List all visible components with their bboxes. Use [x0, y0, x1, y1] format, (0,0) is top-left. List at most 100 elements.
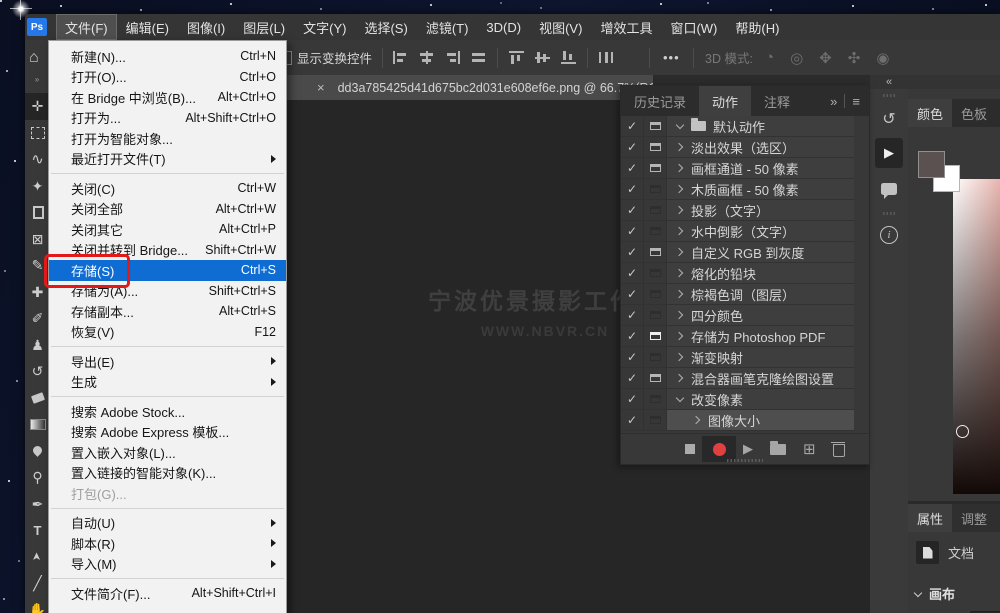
expander-right-icon[interactable] — [676, 290, 684, 298]
panel-menu-icon[interactable]: ≡ — [852, 94, 860, 109]
action-dialog-toggle[interactable] — [644, 263, 667, 283]
tool-line[interactable]: ╱ — [25, 570, 50, 597]
align-left-icon[interactable] — [393, 51, 408, 64]
tool-eraser[interactable] — [25, 385, 50, 412]
action-dialog-toggle[interactable] — [644, 368, 667, 388]
tool-crop[interactable] — [25, 199, 50, 226]
file-menu-item[interactable]: 置入嵌入对象(L)... — [49, 442, 286, 463]
file-menu-item[interactable]: 打开(O)...Ctrl+O — [49, 67, 286, 88]
tool-hand[interactable]: ✋ — [25, 597, 50, 613]
delete-button[interactable] — [833, 444, 845, 457]
action-row[interactable]: ✓熔化的铅块 — [621, 263, 854, 284]
expander-right-icon[interactable] — [676, 311, 684, 319]
notes-panel-icon[interactable] — [881, 183, 897, 195]
action-dialog-toggle[interactable] — [644, 179, 667, 199]
align-bottom-icon[interactable] — [561, 51, 576, 64]
expander-right-icon[interactable] — [676, 269, 684, 277]
expander-right-icon[interactable] — [676, 185, 684, 193]
menubar-item[interactable]: 滤镜(T) — [417, 14, 478, 40]
file-menu-item[interactable]: 生成 — [49, 372, 286, 393]
play-button[interactable]: ▶ — [743, 441, 753, 457]
action-checkmark[interactable]: ✓ — [621, 305, 644, 325]
tab-色板[interactable]: 色板 — [952, 99, 996, 127]
expander-right-icon[interactable] — [693, 416, 701, 424]
action-row[interactable]: ✓木质画框 - 50 像素 — [621, 179, 854, 200]
expander-down-icon[interactable] — [676, 122, 684, 130]
collapse-panels-icon[interactable]: « — [886, 76, 892, 88]
color-picker-ring[interactable] — [956, 425, 969, 438]
action-checkmark[interactable]: ✓ — [621, 284, 644, 304]
tool-brush[interactable]: ✐ — [25, 305, 50, 332]
file-menu-item[interactable]: 关闭(C)Ctrl+W — [49, 178, 286, 199]
menubar-item[interactable]: 窗口(W) — [661, 14, 726, 40]
file-menu-item[interactable]: 关闭全部Alt+Ctrl+W — [49, 199, 286, 220]
action-dialog-toggle[interactable] — [644, 326, 667, 346]
file-menu-item[interactable]: 搜索 Adobe Express 模板... — [49, 422, 286, 443]
action-checkmark[interactable]: ✓ — [621, 116, 644, 136]
dock-grip[interactable] — [883, 94, 896, 97]
action-dialog-toggle[interactable] — [644, 158, 667, 178]
tab-颜色[interactable]: 颜色 — [908, 99, 952, 127]
dock-grip[interactable] — [883, 212, 896, 215]
file-menu-item[interactable]: 脚本(R) — [49, 533, 286, 554]
color-picker-field[interactable] — [953, 179, 1000, 494]
expander-right-icon[interactable] — [676, 164, 684, 172]
tab-渐变[interactable]: 渐变 — [996, 99, 1000, 127]
action-checkmark[interactable]: ✓ — [621, 389, 644, 409]
file-menu-item[interactable]: 自动(U) — [49, 513, 286, 534]
menubar-item[interactable]: 增效工具 — [591, 14, 661, 40]
action-row[interactable]: ✓混合器画笔克隆绘图设置 — [621, 368, 854, 389]
tab-动作[interactable]: 动作 — [699, 86, 751, 116]
action-checkmark[interactable]: ✓ — [621, 410, 644, 430]
align-center-horizontal-icon[interactable] — [419, 51, 434, 64]
file-menu-item[interactable]: 恢复(V)F12 — [49, 322, 286, 343]
document-properties-row[interactable]: 文档 — [916, 541, 974, 564]
tool-dodge[interactable]: ⚲ — [25, 464, 50, 491]
tool-history-brush[interactable]: ↺ — [25, 358, 50, 385]
tab-历史记录[interactable]: 历史记录 — [621, 86, 699, 116]
foreground-color-swatch[interactable] — [918, 151, 945, 178]
info-panel-icon[interactable]: i — [880, 226, 898, 244]
file-menu-item[interactable]: 搜索 Adobe Stock... — [49, 401, 286, 422]
action-row[interactable]: ✓渐变映射 — [621, 347, 854, 368]
menubar-item[interactable]: 3D(D) — [477, 14, 530, 40]
expander-right-icon[interactable] — [676, 248, 684, 256]
expander-right-icon[interactable] — [676, 143, 684, 151]
menubar-item[interactable]: 视图(V) — [530, 14, 591, 40]
action-checkmark[interactable]: ✓ — [621, 221, 644, 241]
home-icon[interactable]: ⌂ — [29, 40, 39, 75]
action-dialog-toggle[interactable] — [644, 200, 667, 220]
action-row[interactable]: ✓图像大小 — [621, 410, 854, 431]
tab-注释[interactable]: 注释 — [751, 86, 803, 116]
menubar-item[interactable]: 帮助(H) — [726, 14, 788, 40]
tool-magic-wand[interactable]: ✦ — [25, 173, 50, 200]
action-dialog-toggle[interactable] — [644, 410, 667, 430]
tab-属性[interactable]: 属性 — [908, 504, 952, 532]
action-checkmark[interactable]: ✓ — [621, 137, 644, 157]
distribute-horizontal-icon[interactable] — [599, 51, 614, 64]
align-right-icon[interactable] — [445, 51, 460, 64]
actions-panel-icon[interactable]: ▶ — [875, 138, 903, 168]
action-row[interactable]: ✓棕褐色调（图层） — [621, 284, 854, 305]
file-menu-item[interactable]: 打开为智能对象... — [49, 128, 286, 149]
align-top-icon[interactable] — [509, 51, 524, 64]
menubar-item[interactable]: 文字(Y) — [294, 14, 355, 40]
expander-right-icon[interactable] — [676, 353, 684, 361]
tool-move[interactable]: ✛ — [25, 93, 50, 120]
tool-type[interactable]: T — [25, 517, 50, 544]
history-panel-icon[interactable]: ↺ — [882, 109, 895, 129]
action-row[interactable]: ✓四分颜色 — [621, 305, 854, 326]
action-dialog-toggle[interactable] — [644, 347, 667, 367]
tab-调整[interactable]: 调整 — [952, 504, 996, 532]
action-row[interactable]: ✓淡出效果（选区） — [621, 137, 854, 158]
action-checkmark[interactable]: ✓ — [621, 179, 644, 199]
menubar-item[interactable]: 图像(I) — [178, 14, 234, 40]
new-action-button[interactable]: ⊞ — [803, 442, 816, 457]
tool-path-select[interactable]: ➤ — [25, 544, 50, 571]
action-checkmark[interactable]: ✓ — [621, 263, 644, 283]
action-dialog-toggle[interactable] — [644, 221, 667, 241]
action-checkmark[interactable]: ✓ — [621, 242, 644, 262]
file-menu-item[interactable]: 新建(N)...Ctrl+N — [49, 46, 286, 67]
action-row[interactable]: ✓改变像素 — [621, 389, 854, 410]
expander-right-icon[interactable] — [676, 332, 684, 340]
